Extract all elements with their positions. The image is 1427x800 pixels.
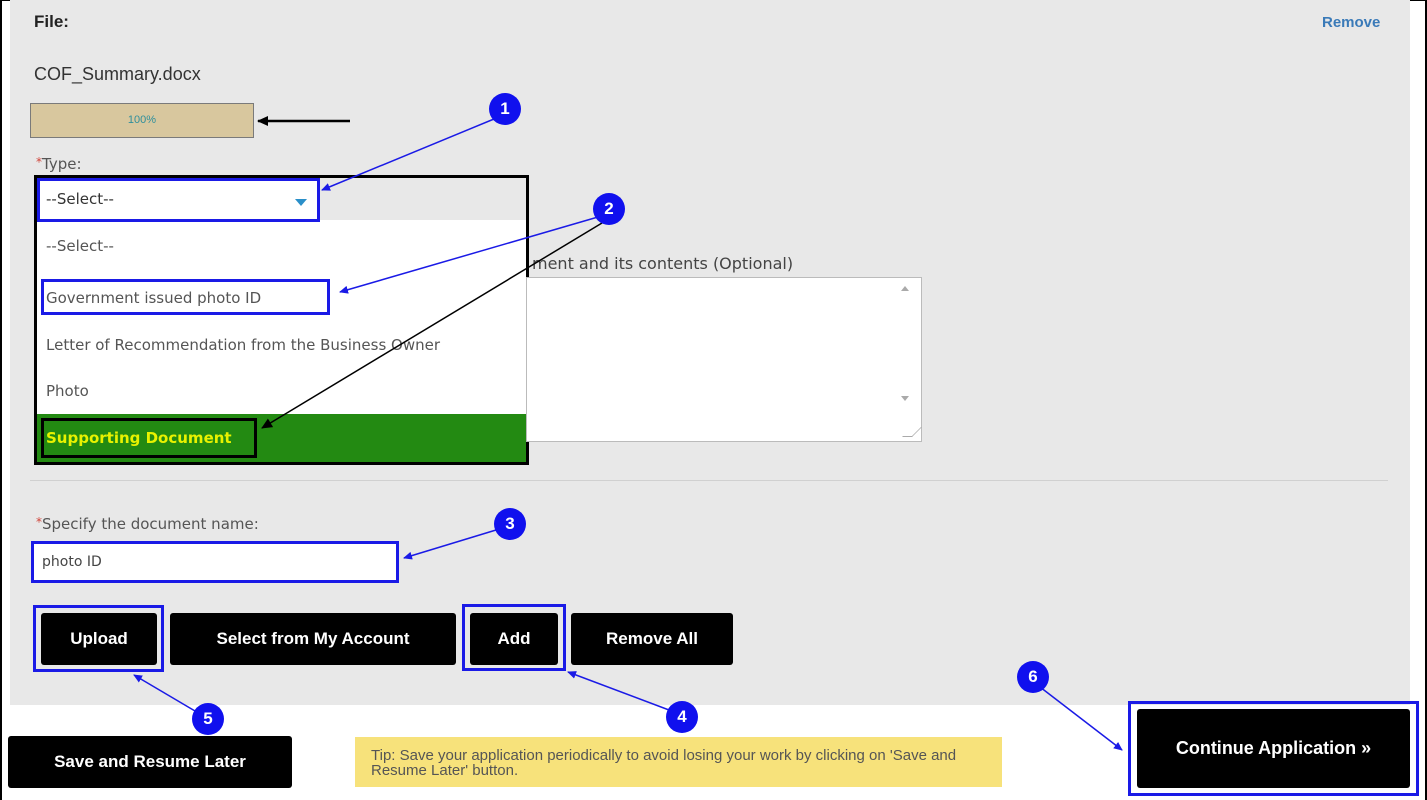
callout-badge-2: 2 — [593, 193, 625, 225]
add-button[interactable]: Add — [470, 613, 558, 665]
description-textarea[interactable] — [526, 277, 922, 442]
divider — [30, 480, 1388, 481]
scroll-down-icon[interactable] — [901, 396, 909, 401]
docname-label-text: Specify the document name: — [42, 515, 259, 533]
file-name: COF_Summary.docx — [34, 64, 201, 84]
type-label: *Type: — [36, 155, 82, 173]
callout-badge-6: 6 — [1017, 661, 1049, 693]
save-resume-later-button[interactable]: Save and Resume Later — [8, 736, 292, 788]
type-select-value: --Select-- — [46, 190, 114, 208]
tip-banner: Tip: Save your application periodically … — [355, 737, 1002, 787]
highlight-box-supporting-document — [41, 418, 257, 458]
option-select[interactable]: --Select-- — [37, 222, 526, 270]
chevron-down-icon — [295, 199, 307, 206]
upload-button[interactable]: Upload — [41, 613, 157, 665]
option-letter-of-recommendation[interactable]: Letter of Recommendation from the Busine… — [37, 321, 526, 369]
select-from-account-button[interactable]: Select from My Account — [170, 613, 456, 665]
scroll-up-icon[interactable] — [901, 286, 909, 291]
callout-badge-3: 3 — [494, 508, 526, 540]
file-label: File: — [34, 12, 69, 31]
type-select[interactable]: --Select-- — [37, 178, 320, 222]
upload-progress-bar: 100% — [30, 103, 254, 138]
callout-badge-1: 1 — [489, 93, 521, 125]
continue-application-button[interactable]: Continue Application » — [1137, 709, 1410, 788]
remove-all-button[interactable]: Remove All — [571, 613, 733, 665]
resize-handle-icon[interactable] — [902, 427, 922, 437]
progress-text: 100% — [127, 114, 157, 126]
option-photo[interactable]: Photo — [37, 367, 526, 415]
remove-link[interactable]: Remove — [1322, 14, 1380, 31]
callout-badge-5: 5 — [192, 703, 224, 735]
callout-badge-4: 4 — [666, 701, 698, 733]
highlight-box-government-id — [41, 279, 330, 315]
type-label-text: Type: — [42, 155, 82, 173]
type-dropdown: --Select-- --Select-- Government issued … — [34, 175, 529, 465]
docname-label: *Specify the document name: — [36, 515, 259, 533]
description-label: ment and its contents (Optional) — [532, 254, 794, 273]
document-name-input[interactable]: photo ID — [31, 541, 399, 583]
